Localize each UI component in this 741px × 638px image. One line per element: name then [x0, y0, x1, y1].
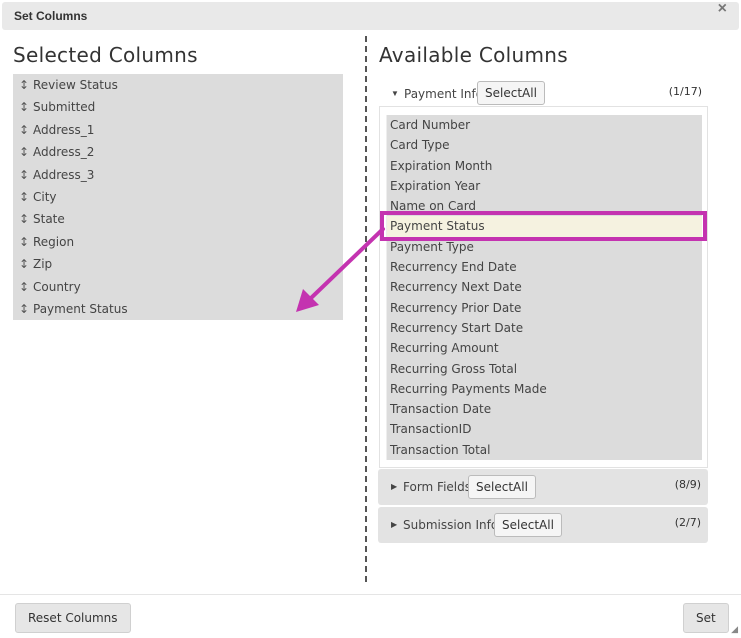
select-all-button[interactable]: SelectAll: [468, 475, 536, 499]
available-column-item[interactable]: Recurrency Next Date: [387, 277, 702, 297]
select-all-button[interactable]: SelectAll: [494, 513, 562, 537]
caret-right-icon[interactable]: ▶: [391, 482, 397, 491]
selected-column-item[interactable]: ↕ Review Status: [13, 74, 343, 96]
selected-column-item[interactable]: ↕ Address_1: [13, 119, 343, 141]
highlight-annotation-box: [380, 211, 707, 241]
group-header-payment-info[interactable]: ▼ Payment Info SelectAll (1/17): [379, 78, 709, 108]
dialog-titlebar[interactable]: Set Columns ×: [2, 0, 739, 30]
selected-column-label: State: [33, 212, 65, 227]
drag-handle-icon[interactable]: ↕: [19, 208, 33, 230]
group-count: (2/7): [674, 516, 701, 529]
selected-column-label: Submitted: [33, 100, 96, 115]
selected-column-item[interactable]: ↕ Region: [13, 231, 343, 253]
drag-handle-icon[interactable]: ↕: [19, 298, 33, 320]
available-column-item[interactable]: Recurrency Start Date: [387, 318, 702, 338]
selected-column-label: Review Status: [33, 78, 118, 92]
footer-divider: [0, 594, 741, 595]
selected-column-item[interactable]: ↕ Submitted: [13, 96, 343, 118]
group-count: (1/17): [668, 85, 702, 98]
selected-columns-heading: Selected Columns: [13, 43, 198, 67]
selected-column-label: Region: [33, 234, 75, 249]
available-column-item[interactable]: Expiration Year: [387, 176, 702, 196]
group-label: Payment Info: [404, 87, 484, 101]
group-count: (8/9): [674, 478, 701, 491]
selected-column-item[interactable]: ↕ Country: [13, 276, 343, 298]
drag-handle-icon[interactable]: ↕: [19, 186, 33, 208]
set-columns-dialog: Set Columns × Selected Columns Available…: [0, 0, 741, 638]
available-column-item[interactable]: Card Type: [387, 135, 702, 155]
group-submission-info[interactable]: ▶ Submission Info SelectAll (2/7): [378, 507, 708, 543]
drag-handle-icon[interactable]: ↕: [19, 119, 33, 141]
available-columns-heading: Available Columns: [379, 43, 568, 67]
dialog-title: Set Columns: [14, 9, 88, 23]
caret-down-icon[interactable]: ▼: [391, 89, 399, 98]
drag-handle-icon[interactable]: ↕: [19, 141, 33, 163]
available-column-item[interactable]: TransactionID: [387, 419, 702, 439]
drag-handle-icon[interactable]: ↕: [19, 164, 33, 186]
available-column-item[interactable]: Recurrency Prior Date: [387, 298, 702, 318]
available-column-item[interactable]: Recurring Amount: [387, 338, 702, 358]
drag-handle-icon[interactable]: ↕: [19, 253, 33, 275]
selected-column-item[interactable]: ↕ Address_3: [13, 164, 343, 186]
available-column-item[interactable]: Recurring Gross Total: [387, 359, 702, 379]
group-payment-info: ▼ Payment Info SelectAll (1/17) Card Num…: [379, 78, 709, 468]
drag-handle-icon[interactable]: ↕: [19, 74, 33, 96]
selected-column-label: Address_1: [33, 122, 95, 137]
selected-column-label: Address_2: [33, 145, 95, 160]
group-label: Submission Info: [403, 518, 499, 532]
selected-column-label: City: [33, 189, 57, 204]
selected-column-item[interactable]: ↕ State: [13, 208, 343, 230]
selected-column-label: Country: [33, 279, 81, 294]
select-all-button[interactable]: SelectAll: [477, 81, 545, 105]
available-column-item[interactable]: Transaction Date: [387, 399, 702, 419]
drag-handle-icon[interactable]: ↕: [19, 276, 33, 298]
available-column-item[interactable]: Recurrency End Date: [387, 257, 702, 277]
selected-column-item[interactable]: ↕ Address_2: [13, 141, 343, 163]
available-column-item[interactable]: Recurring Payments Made: [387, 379, 702, 399]
caret-right-icon[interactable]: ▶: [391, 520, 397, 529]
selected-column-item[interactable]: ↕ Zip: [13, 253, 343, 275]
selected-column-item[interactable]: ↕ City: [13, 186, 343, 208]
available-columns-list: Card Number Card Type Expiration Month E…: [386, 115, 702, 460]
drag-handle-icon[interactable]: ↕: [19, 96, 33, 118]
selected-column-label: Payment Status: [33, 301, 128, 316]
group-form-fields[interactable]: ▶ Form Fields SelectAll (8/9): [378, 469, 708, 505]
selected-column-item[interactable]: ↕ Payment Status: [13, 298, 343, 320]
available-column-item[interactable]: Expiration Month: [387, 156, 702, 176]
panel-divider: [365, 36, 367, 582]
set-button[interactable]: Set: [683, 603, 729, 633]
available-column-item[interactable]: Transaction Total: [387, 440, 702, 460]
drag-handle-icon[interactable]: ↕: [19, 231, 33, 253]
selected-columns-list: ↕ Review Status ↕ Submitted ↕ Address_1 ↕ Ad…: [13, 74, 343, 320]
selected-column-label: Zip: [33, 257, 53, 272]
available-column-item[interactable]: Card Number: [387, 115, 702, 135]
selected-column-label: Address_3: [33, 167, 95, 182]
resize-grip-icon[interactable]: ◢: [731, 624, 738, 635]
reset-columns-button[interactable]: Reset Columns: [15, 603, 131, 633]
close-icon[interactable]: ×: [718, 0, 727, 18]
group-label: Form Fields: [403, 480, 471, 494]
